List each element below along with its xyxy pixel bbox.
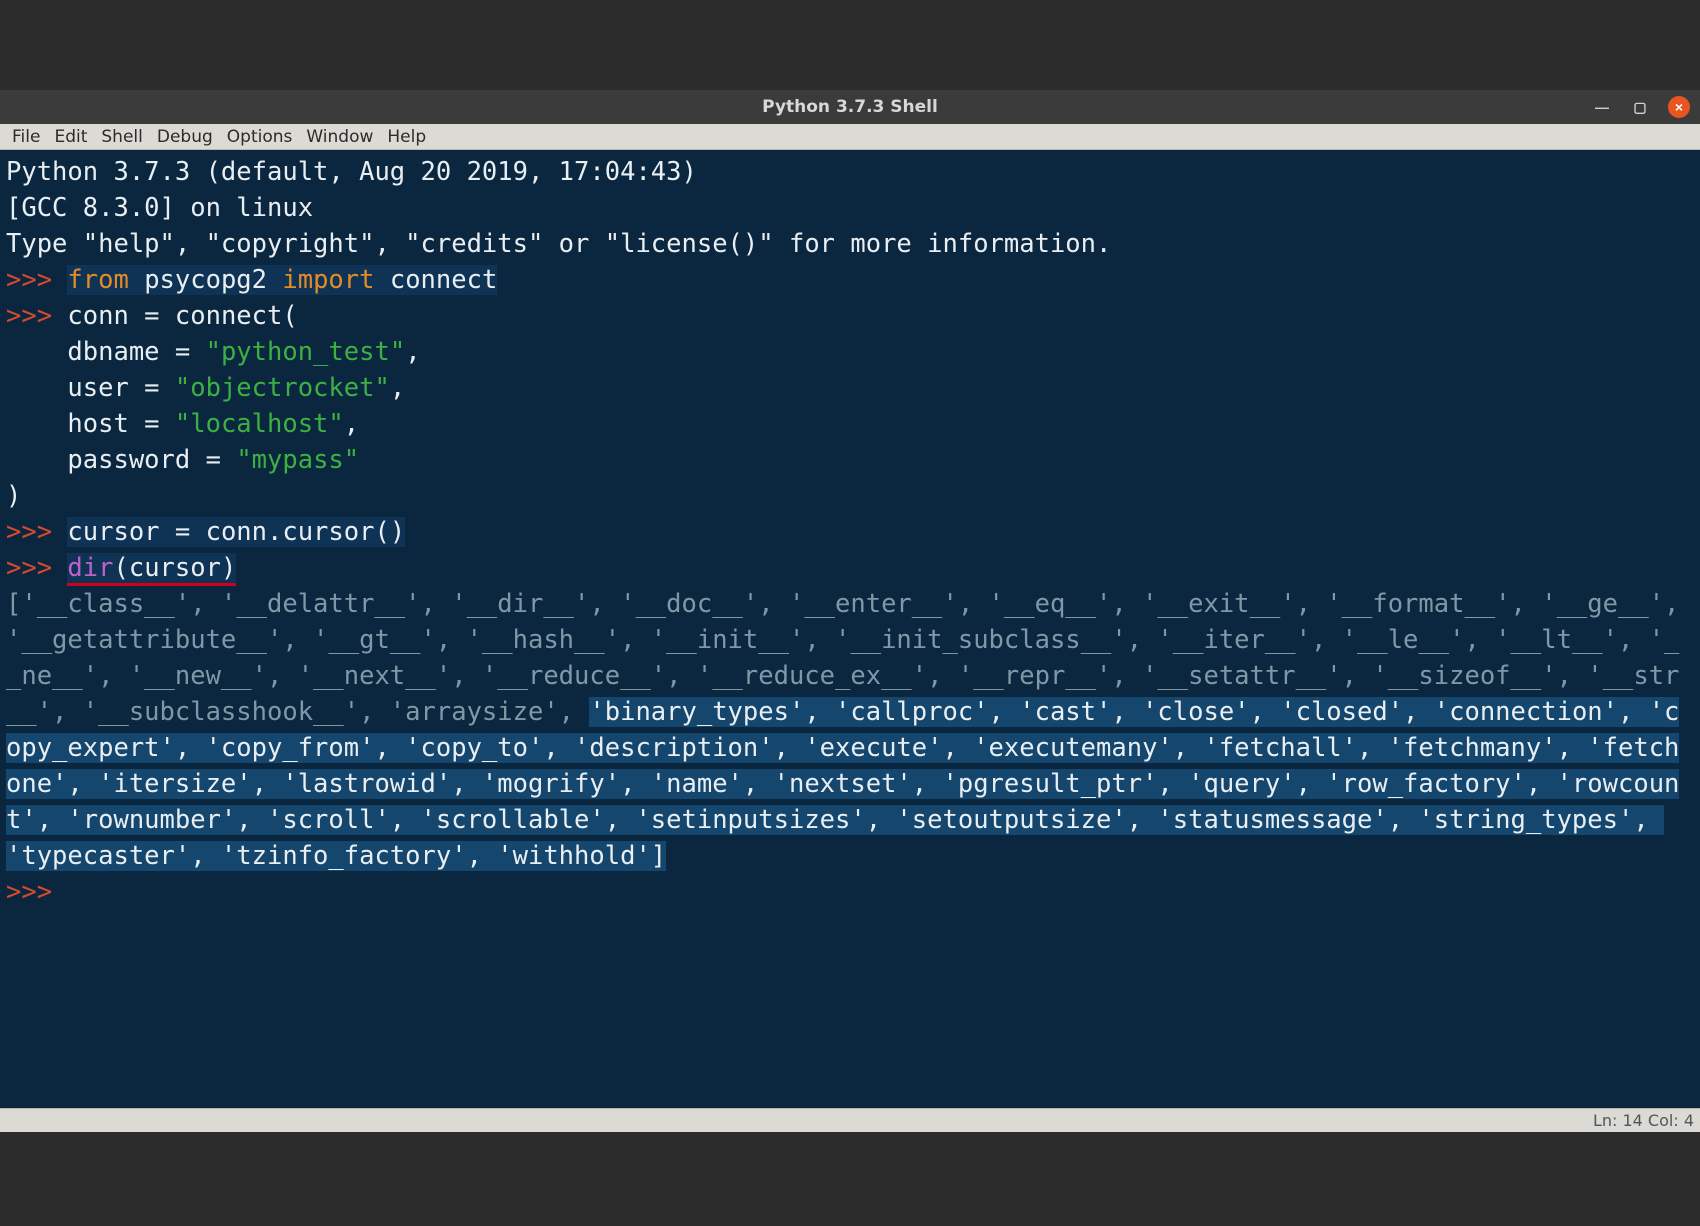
- window-titlebar: Python 3.7.3 Shell — ▢ ×: [0, 90, 1700, 124]
- keyword-import: import: [282, 265, 374, 295]
- menu-edit[interactable]: Edit: [48, 127, 93, 147]
- code-arg: dbname =: [6, 337, 206, 367]
- code-line: conn = connect(: [67, 301, 297, 331]
- menubar: File Edit Shell Debug Options Window Hel…: [0, 124, 1700, 150]
- banner-line: Type "help", "copyright", "credits" or "…: [6, 229, 1111, 259]
- menu-options[interactable]: Options: [221, 127, 299, 147]
- banner-line: [GCC 8.3.0] on linux: [6, 193, 313, 223]
- code-line: cursor = conn.cursor(): [67, 517, 405, 547]
- cursor-position-label: Ln: 14 Col: 4: [1593, 1111, 1694, 1130]
- menu-debug[interactable]: Debug: [151, 127, 219, 147]
- import-target: connect: [375, 265, 498, 295]
- string-literal: "localhost": [175, 409, 344, 439]
- idle-shell-window: Python 3.7.3 Shell — ▢ × File Edit Shell…: [0, 90, 1700, 1132]
- shell-prompt: >>>: [6, 265, 67, 295]
- window-controls: — ▢ ×: [1592, 90, 1690, 124]
- shell-prompt: >>>: [6, 517, 67, 547]
- window-title: Python 3.7.3 Shell: [762, 97, 938, 117]
- shell-prompt: >>>: [6, 553, 67, 583]
- maximize-icon[interactable]: ▢: [1630, 97, 1650, 117]
- menu-shell[interactable]: Shell: [95, 127, 148, 147]
- module-name: psycopg2: [129, 265, 283, 295]
- builtin-dir: dir: [67, 553, 113, 586]
- dir-arg: (cursor): [113, 553, 236, 586]
- shell-content[interactable]: Python 3.7.3 (default, Aug 20 2019, 17:0…: [0, 150, 1700, 914]
- string-literal: "objectrocket": [175, 373, 390, 403]
- keyword-from: from: [67, 265, 128, 295]
- shell-editor-area[interactable]: Python 3.7.3 (default, Aug 20 2019, 17:0…: [0, 150, 1700, 1108]
- shell-prompt: >>>: [6, 301, 67, 331]
- minimize-icon[interactable]: —: [1592, 97, 1612, 117]
- menu-help[interactable]: Help: [381, 127, 432, 147]
- status-bar: Ln: 14 Col: 4: [0, 1108, 1700, 1132]
- string-literal: "mypass": [236, 445, 359, 475]
- shell-prompt: >>>: [6, 877, 67, 907]
- menu-window[interactable]: Window: [300, 127, 379, 147]
- code-arg: host =: [6, 409, 175, 439]
- close-paren: ): [6, 481, 21, 511]
- code-arg: password =: [6, 445, 236, 475]
- menu-file[interactable]: File: [6, 127, 46, 147]
- banner-line: Python 3.7.3 (default, Aug 20 2019, 17:0…: [6, 157, 712, 187]
- close-icon[interactable]: ×: [1668, 96, 1690, 118]
- string-literal: "python_test": [206, 337, 406, 367]
- code-arg: user =: [6, 373, 175, 403]
